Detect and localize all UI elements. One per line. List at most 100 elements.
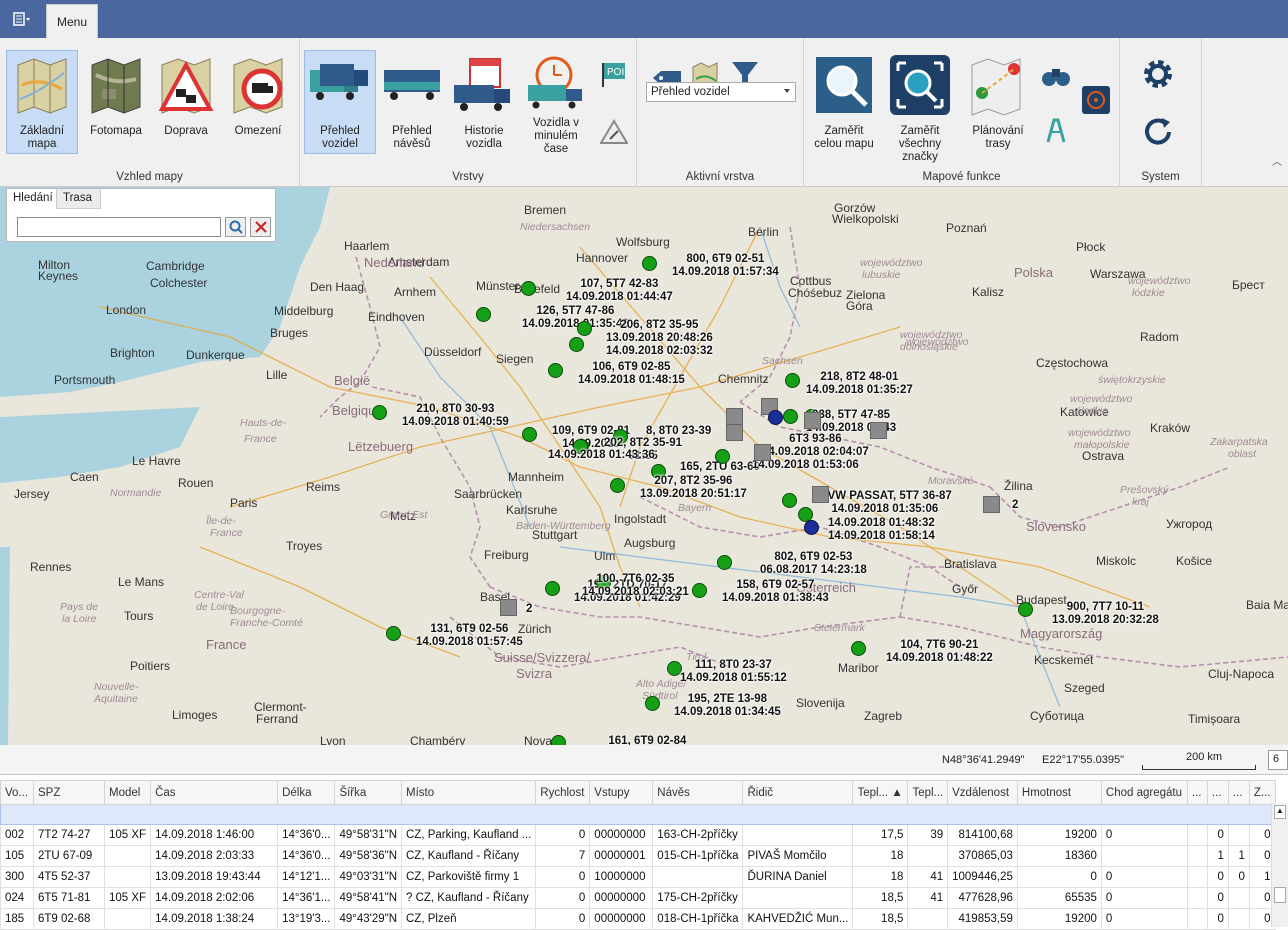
target-icon[interactable] <box>1080 84 1112 116</box>
zoom-level-field[interactable]: 6 <box>1268 750 1288 770</box>
active-layer-select[interactable]: Přehled vozidel <box>646 82 796 102</box>
vehicle-marker-icon[interactable] <box>551 735 566 745</box>
column-header[interactable]: SPZ <box>33 780 105 805</box>
column-header[interactable]: Čas <box>150 780 279 805</box>
column-header[interactable]: Řidič <box>742 780 854 805</box>
cluster-marker-icon[interactable] <box>754 444 771 461</box>
app-menu-button[interactable] <box>0 0 44 38</box>
traffic-button[interactable]: Doprava <box>150 50 222 154</box>
vehicle-label[interactable]: 14.09.2018 02:03:32 <box>606 345 713 358</box>
vehicle-label[interactable]: 107, 5T7 42-83 14.09.2018 01:44:47 <box>566 278 673 304</box>
cluster-marker-icon[interactable] <box>500 599 517 616</box>
search-button[interactable] <box>225 217 246 237</box>
column-header[interactable]: Z... <box>1248 780 1276 805</box>
vehicle-marker-icon[interactable] <box>522 427 537 442</box>
vehicle-marker-icon[interactable] <box>610 478 625 493</box>
vehicle-history-button[interactable]: Historie vozidla <box>448 50 520 154</box>
table-row[interactable]: 185 6T9 02-68 14.09.2018 1:38:24 13°19'3...… <box>0 908 1276 930</box>
vehicle-label[interactable]: 106, 6T9 02-85 14.09.2018 01:48:15 <box>578 361 685 387</box>
binoculars-icon[interactable] <box>1040 60 1072 92</box>
vehicle-label[interactable]: 218, 8T2 48-01 14.09.2018 01:35:27 <box>806 371 913 397</box>
scroll-thumb[interactable] <box>1274 887 1286 903</box>
cluster-marker-icon[interactable] <box>726 408 743 425</box>
column-header[interactable]: Tepl... ▲ <box>852 780 909 805</box>
vehicle-marker-icon[interactable] <box>692 583 707 598</box>
vehicle-label[interactable]: 14.09.2018 01:48:32 14.09.2018 01:58:14 <box>828 517 935 543</box>
tab-route[interactable]: Trasa <box>57 189 101 209</box>
column-header[interactable]: Chod agregátu <box>1100 780 1188 805</box>
vehicle-marker-icon[interactable] <box>645 696 660 711</box>
column-header[interactable]: Místo <box>400 780 537 805</box>
column-header[interactable]: Délka <box>277 780 336 805</box>
column-header[interactable]: Model <box>103 780 152 805</box>
scroll-up-icon[interactable]: ▲ <box>1274 805 1286 819</box>
vehicle-marker-icon[interactable] <box>785 373 800 388</box>
column-header[interactable]: Rychlost <box>535 780 591 805</box>
vehicle-marker-icon[interactable] <box>715 449 730 464</box>
column-header[interactable]: ... <box>1206 780 1229 805</box>
map-view[interactable]: Bremen Hannover Wolfsburg Berlin Gorzów Wielk… <box>0 187 1288 745</box>
basic-map-button[interactable]: Základní mapa <box>6 50 78 154</box>
vehicle-marker-icon[interactable] <box>521 281 536 296</box>
table-row[interactable]: 300 4T5 52-37 13.09.2018 19:43:44 14°12'1..… <box>0 866 1276 888</box>
cluster-marker-icon[interactable] <box>870 422 887 439</box>
column-header[interactable]: Hmotnost <box>1016 780 1102 805</box>
ribbon-collapse-icon[interactable]: ︿ <box>1272 153 1282 168</box>
trailer-overview-button[interactable]: Přehled návěsů <box>376 50 448 154</box>
vehicle-label[interactable]: 0.VW PASSAT, 5T7 36-87 14.09.2018 01:35:0… <box>818 490 952 516</box>
cluster-marker-icon[interactable] <box>804 412 821 429</box>
vehicle-marker-icon[interactable] <box>782 493 797 508</box>
table-row[interactable]: 002 7T2 74-27 105 XF 14.09.2018 1:46:00 14°3… <box>0 824 1276 846</box>
vehicle-label[interactable]: 111, 8T0 23-37 14.09.2018 01:55:12 <box>680 659 787 685</box>
vehicle-marker-icon[interactable] <box>569 337 584 352</box>
column-header[interactable]: Šířka <box>334 780 402 805</box>
vehicle-label[interactable]: 195, 2TE 13-98 14.09.2018 01:34:45 <box>674 693 781 719</box>
vehicle-marker-icon[interactable] <box>783 409 798 424</box>
zoom-whole-map-button[interactable]: Zaměřit celou mapu <box>808 50 880 154</box>
column-header[interactable]: ... <box>1227 780 1250 805</box>
vehicle-label[interactable]: 161, 6T9 02-8413.09.2018 20:38:10 <box>594 735 701 745</box>
vehicle-marker-icon[interactable] <box>476 307 491 322</box>
photo-map-button[interactable]: Fotomapa <box>80 50 152 154</box>
table-row[interactable]: 105 2TU 67-09 14.09.2018 2:03:33 14°36'0...… <box>0 845 1276 867</box>
column-header[interactable]: Vzdálenost <box>947 780 1018 805</box>
vehicle-marker-icon[interactable] <box>577 321 592 336</box>
vehicle-label[interactable]: 800, 6T9 02-51 14.09.2018 01:57:34 <box>672 253 779 279</box>
selected-vehicle-icon[interactable] <box>804 520 819 535</box>
selected-vehicle-icon[interactable] <box>768 410 783 425</box>
restrictions-button[interactable]: Omezení <box>222 50 294 154</box>
vehicle-marker-icon[interactable] <box>717 555 732 570</box>
vehicle-label[interactable]: 131, 6T9 02-56 14.09.2018 01:57:45 <box>416 623 523 649</box>
vehicle-label[interactable]: 104, 7T6 90-21 14.09.2018 01:48:22 <box>886 639 993 665</box>
tab-search[interactable]: Hledání <box>7 189 57 209</box>
vehicle-label[interactable]: 207, 8T2 35-96 13.09.2018 20:51:17 <box>640 475 747 501</box>
measure-icon[interactable] <box>1040 114 1072 146</box>
column-header[interactable]: Vstupy <box>589 780 654 805</box>
cluster-marker-icon[interactable] <box>812 486 829 503</box>
vehicle-label[interactable]: 206, 8T2 35-95 13.09.2018 20:48:26 <box>606 319 713 345</box>
gear-icon[interactable] <box>1142 58 1174 90</box>
vehicle-label[interactable]: 6T3 93-86 14.09.2018 02:04:07 <box>762 433 869 459</box>
vehicle-label[interactable]: 14.09.2018 01:43:36 <box>548 449 655 462</box>
vehicle-label[interactable]: 158, 6T9 02-57 14.09.2018 01:38:43 <box>722 579 829 605</box>
column-header[interactable]: Vo... <box>0 780 34 805</box>
column-header[interactable]: ... <box>1186 780 1208 805</box>
route-planning-button[interactable]: Plánování trasy <box>962 50 1034 154</box>
vehicle-overview-button[interactable]: Přehled vozidel <box>304 50 376 154</box>
vehicle-marker-icon[interactable] <box>372 405 387 420</box>
filter-row[interactable] <box>0 804 1276 825</box>
zoom-all-markers-button[interactable]: Zaměřit všechny značky <box>884 50 956 163</box>
past-vehicles-button[interactable]: Vozidla v minulém čase <box>520 50 592 155</box>
poi-icon[interactable]: POI <box>598 58 630 90</box>
vehicle-marker-icon[interactable] <box>851 641 866 656</box>
vehicle-marker-icon[interactable] <box>545 581 560 596</box>
column-header[interactable]: Návěs <box>652 780 744 805</box>
menu-tab[interactable]: Menu <box>46 4 98 38</box>
vehicle-label[interactable]: 210, 8T0 30-93 14.09.2018 01:40:59 <box>402 403 509 429</box>
road-works-icon[interactable] <box>598 116 630 148</box>
vehicle-marker-icon[interactable] <box>642 256 657 271</box>
vehicle-marker-icon[interactable] <box>548 363 563 378</box>
clear-button[interactable] <box>250 217 271 237</box>
vehicle-label[interactable]: 900, 7T7 10-11 13.09.2018 20:32:28 <box>1052 601 1159 627</box>
cluster-marker-icon[interactable] <box>983 496 1000 513</box>
